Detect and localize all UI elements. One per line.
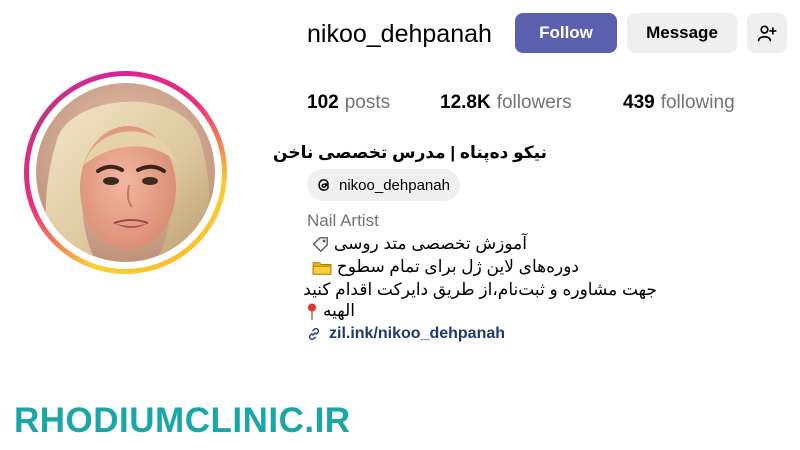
- follow-button[interactable]: Follow: [515, 13, 617, 53]
- link-icon: [308, 327, 320, 341]
- folder-emoji: [312, 261, 332, 275]
- avatar[interactable]: [36, 83, 215, 262]
- following-count: 439: [623, 92, 655, 113]
- add-user-icon: [757, 25, 777, 42]
- bio-text-2: دوره‌های لاین ژل برای تمام سطوح: [336, 257, 579, 276]
- avatar-frame: [29, 76, 222, 269]
- followers-count: 12.8K: [440, 92, 491, 113]
- posts-count: 102: [307, 92, 339, 113]
- bio-line-3: جهت مشاوره و ثبت‌نام،از طریق دایرکت اقدا…: [303, 280, 657, 299]
- bio-line-2: دوره‌های لاین ژل برای تمام سطوح: [307, 256, 579, 278]
- following-stat[interactable]: 439 following: [623, 91, 735, 115]
- followers-label: followers: [496, 92, 572, 113]
- category-label: Nail Artist: [307, 211, 379, 230]
- message-button[interactable]: Message: [627, 13, 737, 53]
- profile-link[interactable]: zil.ink/nikoo_dehpanah: [307, 323, 505, 345]
- bio-text-1: آموزش تخصصی متد روسی: [333, 234, 527, 253]
- followers-stat[interactable]: 12.8K followers: [440, 91, 572, 115]
- threads-badge[interactable]: nikoo_dehpanah: [307, 169, 460, 201]
- bio-line-4: الهیه: [307, 300, 355, 322]
- bio-text-4: الهیه: [323, 301, 355, 320]
- avatar-photo: [36, 83, 215, 262]
- story-ring[interactable]: [24, 71, 227, 274]
- suggested-accounts-button[interactable]: [747, 13, 787, 53]
- posts-stat: 102 posts: [307, 91, 390, 115]
- posts-label: posts: [344, 92, 391, 113]
- bio-line-1: آموزش تخصصی متد روسی: [307, 233, 527, 255]
- watermark-text: RHODIUMCLINIC.IR: [14, 401, 351, 440]
- threads-handle: nikoo_dehpanah: [339, 176, 450, 194]
- threads-icon: [318, 179, 329, 191]
- following-label: following: [660, 92, 735, 113]
- label-tag-emoji: [313, 236, 329, 252]
- round-pushpin-emoji: [308, 302, 317, 320]
- profile-link-text[interactable]: zil.ink/nikoo_dehpanah: [329, 323, 505, 345]
- username: nikoo_dehpanah: [307, 20, 492, 48]
- full-name: نیکو ده‌پناه | مدرس تخصصی ناخن: [273, 143, 547, 162]
